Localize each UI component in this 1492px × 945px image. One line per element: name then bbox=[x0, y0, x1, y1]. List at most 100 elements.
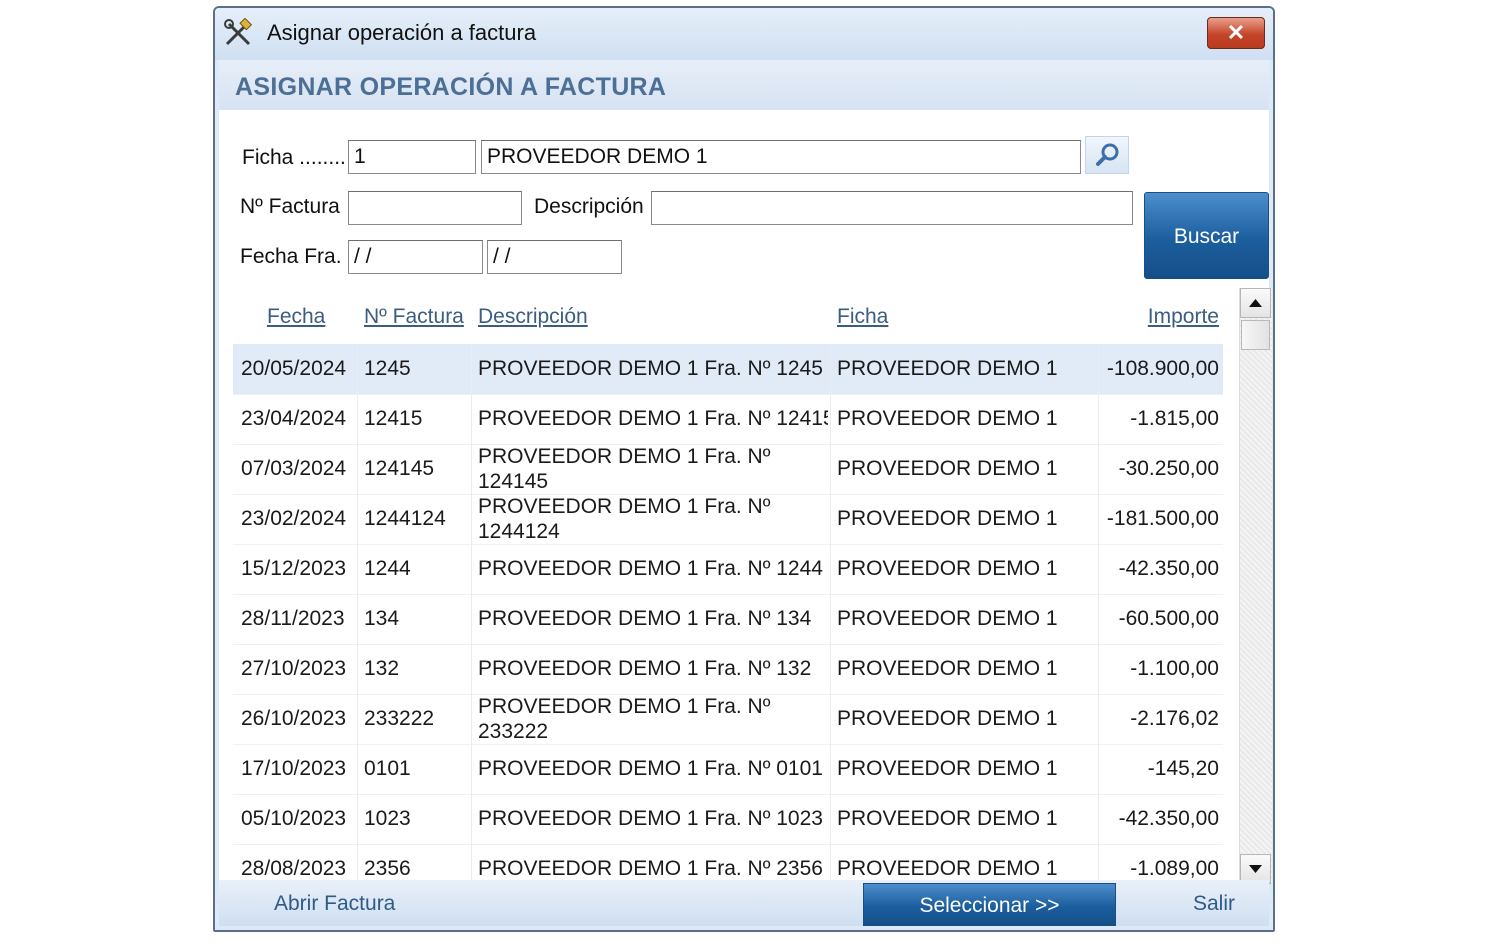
header-band: ASIGNAR OPERACIÓN A FACTURA bbox=[219, 60, 1269, 110]
cell-importe: -181.500,00 bbox=[1106, 507, 1219, 530]
cell-ficha: PROVEEDOR DEMO 1 bbox=[837, 357, 1058, 380]
cell-ficha: PROVEEDOR DEMO 1 bbox=[837, 457, 1058, 480]
cell-importe: -42.350,00 bbox=[1118, 807, 1219, 830]
cell-factura: 1245 bbox=[364, 357, 411, 380]
col-header-fecha[interactable]: Fecha bbox=[267, 305, 325, 329]
cell-descripcion: PROVEEDOR DEMO 1 Fra. Nº 132 bbox=[478, 657, 812, 680]
cell-importe: -30.250,00 bbox=[1118, 457, 1219, 480]
close-icon: ✕ bbox=[1226, 20, 1246, 45]
close-button[interactable]: ✕ bbox=[1207, 17, 1265, 49]
table-row[interactable]: 27/10/2023 132 PROVEEDOR DEMO 1 Fra. Nº … bbox=[233, 644, 1223, 695]
cell-factura: 2356 bbox=[364, 857, 411, 880]
cell-descripcion: PROVEEDOR DEMO 1 Fra. Nº 1023 bbox=[478, 807, 823, 830]
cell-descripcion: PROVEEDOR DEMO 1 Fra. Nº 12415 bbox=[478, 407, 828, 430]
factura-label: Nº Factura bbox=[240, 195, 340, 218]
cell-descripcion: PROVEEDOR DEMO 1 Fra. Nº 233222 bbox=[478, 695, 771, 743]
cell-ficha: PROVEEDOR DEMO 1 bbox=[837, 707, 1058, 730]
fecha-from-field[interactable]: / / bbox=[348, 240, 483, 274]
cell-fecha: 05/10/2023 bbox=[241, 807, 347, 830]
cell-factura: 134 bbox=[364, 607, 400, 630]
cell-fecha: 07/03/2024 bbox=[241, 457, 347, 480]
cell-descripcion: PROVEEDOR DEMO 1 Fra. Nº 1244 bbox=[478, 557, 823, 580]
col-header-descripcion[interactable]: Descripción bbox=[478, 305, 588, 329]
ficha-search-button[interactable] bbox=[1085, 136, 1129, 174]
seleccionar-button[interactable]: Seleccionar >> bbox=[863, 883, 1116, 926]
cell-factura: 1244 bbox=[364, 557, 411, 580]
table-row[interactable]: 07/03/2024 124145 PROVEEDOR DEMO 1 Fra. … bbox=[233, 444, 1223, 495]
cell-ficha: PROVEEDOR DEMO 1 bbox=[837, 757, 1058, 780]
abrir-factura-button[interactable]: Abrir Factura bbox=[274, 892, 395, 916]
cell-factura: 1023 bbox=[364, 807, 411, 830]
cell-factura: 233222 bbox=[364, 707, 435, 730]
cell-descripcion: PROVEEDOR DEMO 1 Fra. Nº 1245 bbox=[478, 357, 823, 380]
page-title: ASIGNAR OPERACIÓN A FACTURA bbox=[235, 73, 667, 101]
col-header-importe[interactable]: Importe bbox=[1148, 305, 1219, 329]
dialog-content: ASIGNAR OPERACIÓN A FACTURA Ficha ......… bbox=[219, 60, 1272, 926]
grid-header: Fecha Nº Factura Descripción Ficha Impor… bbox=[233, 295, 1223, 339]
tools-icon bbox=[223, 17, 253, 48]
cell-descripcion: PROVEEDOR DEMO 1 Fra. Nº 0101 bbox=[478, 757, 823, 780]
table-row[interactable]: 15/12/2023 1244 PROVEEDOR DEMO 1 Fra. Nº… bbox=[233, 544, 1223, 595]
cell-fecha: 20/05/2024 bbox=[241, 357, 347, 380]
table-row[interactable]: 05/10/2023 1023 PROVEEDOR DEMO 1 Fra. Nº… bbox=[233, 794, 1223, 845]
cell-fecha: 28/11/2023 bbox=[241, 607, 345, 630]
cell-descripcion: PROVEEDOR DEMO 1 Fra. Nº 2356 bbox=[478, 857, 823, 880]
cell-ficha: PROVEEDOR DEMO 1 bbox=[837, 557, 1058, 580]
cell-factura: 124145 bbox=[364, 457, 435, 480]
table-row[interactable]: 20/05/2024 1245 PROVEEDOR DEMO 1 Fra. Nº… bbox=[233, 344, 1223, 395]
table-row[interactable]: 23/02/2024 1244124 PROVEEDOR DEMO 1 Fra.… bbox=[233, 494, 1223, 545]
cell-ficha: PROVEEDOR DEMO 1 bbox=[837, 507, 1058, 530]
cell-importe: -108.900,00 bbox=[1106, 357, 1219, 380]
cell-ficha: PROVEEDOR DEMO 1 bbox=[837, 407, 1058, 430]
grid-scrollbar[interactable] bbox=[1239, 288, 1272, 884]
magnifier-icon bbox=[1086, 143, 1128, 177]
scroll-up-button[interactable] bbox=[1240, 288, 1271, 318]
cell-fecha: 23/02/2024 bbox=[241, 507, 347, 530]
col-header-factura[interactable]: Nº Factura bbox=[364, 305, 464, 329]
ficha-code-field[interactable]: 1 bbox=[348, 140, 476, 174]
cell-fecha: 28/08/2023 bbox=[241, 857, 347, 880]
dialog-window: Asignar operación a factura ✕ ASIGNAR OP… bbox=[213, 6, 1275, 932]
cell-fecha: 17/10/2023 bbox=[241, 757, 347, 780]
invoice-grid: 20/05/2024 1245 PROVEEDOR DEMO 1 Fra. Nº… bbox=[233, 344, 1223, 884]
cell-fecha: 23/04/2024 bbox=[241, 407, 347, 430]
cell-importe: -1.089,00 bbox=[1130, 857, 1219, 880]
cell-fecha: 27/10/2023 bbox=[241, 657, 347, 680]
cell-factura: 1244124 bbox=[364, 507, 446, 530]
cell-importe: -1.100,00 bbox=[1130, 657, 1219, 680]
descripcion-label: Descripción bbox=[534, 195, 644, 218]
cell-factura: 132 bbox=[364, 657, 400, 680]
fecha-to-field[interactable]: / / bbox=[487, 240, 622, 274]
col-header-ficha[interactable]: Ficha bbox=[837, 305, 888, 329]
cell-importe: -145,20 bbox=[1147, 757, 1219, 780]
table-row[interactable]: 23/04/2024 12415 PROVEEDOR DEMO 1 Fra. N… bbox=[233, 394, 1223, 445]
buscar-button[interactable]: Buscar bbox=[1144, 192, 1269, 279]
ficha-name-field[interactable]: PROVEEDOR DEMO 1 bbox=[481, 140, 1081, 174]
salir-button[interactable]: Salir bbox=[1193, 892, 1235, 916]
descripcion-field[interactable] bbox=[651, 191, 1133, 225]
cell-fecha: 26/10/2023 bbox=[241, 707, 347, 730]
scroll-thumb[interactable] bbox=[1241, 320, 1270, 350]
cell-factura: 12415 bbox=[364, 407, 423, 430]
cell-descripcion: PROVEEDOR DEMO 1 Fra. Nº 124145 bbox=[478, 445, 771, 493]
cell-ficha: PROVEEDOR DEMO 1 bbox=[837, 657, 1058, 680]
cell-ficha: PROVEEDOR DEMO 1 bbox=[837, 607, 1058, 630]
cell-importe: -2.176,02 bbox=[1130, 707, 1219, 730]
factura-field[interactable] bbox=[348, 191, 522, 225]
cell-fecha: 15/12/2023 bbox=[241, 557, 347, 580]
table-row[interactable]: 28/11/2023 134 PROVEEDOR DEMO 1 Fra. Nº … bbox=[233, 594, 1223, 645]
table-row[interactable]: 28/08/2023 2356 PROVEEDOR DEMO 1 Fra. Nº… bbox=[233, 844, 1223, 884]
cell-importe: -1.815,00 bbox=[1130, 407, 1219, 430]
cell-ficha: PROVEEDOR DEMO 1 bbox=[837, 807, 1058, 830]
cell-descripcion: PROVEEDOR DEMO 1 Fra. Nº 1244124 bbox=[478, 495, 771, 543]
cell-importe: -42.350,00 bbox=[1118, 557, 1219, 580]
window-title: Asignar operación a factura bbox=[267, 20, 537, 45]
table-row[interactable]: 26/10/2023 233222 PROVEEDOR DEMO 1 Fra. … bbox=[233, 694, 1223, 745]
title-bar[interactable]: Asignar operación a factura ✕ bbox=[215, 8, 1273, 60]
cell-descripcion: PROVEEDOR DEMO 1 Fra. Nº 134 bbox=[478, 607, 812, 630]
fecha-label: Fecha Fra. bbox=[240, 245, 342, 268]
table-row[interactable]: 17/10/2023 0101 PROVEEDOR DEMO 1 Fra. Nº… bbox=[233, 744, 1223, 795]
ficha-label: Ficha ........ bbox=[242, 146, 346, 169]
arrow-down-icon bbox=[1249, 865, 1262, 873]
cell-importe: -60.500,00 bbox=[1118, 607, 1219, 630]
